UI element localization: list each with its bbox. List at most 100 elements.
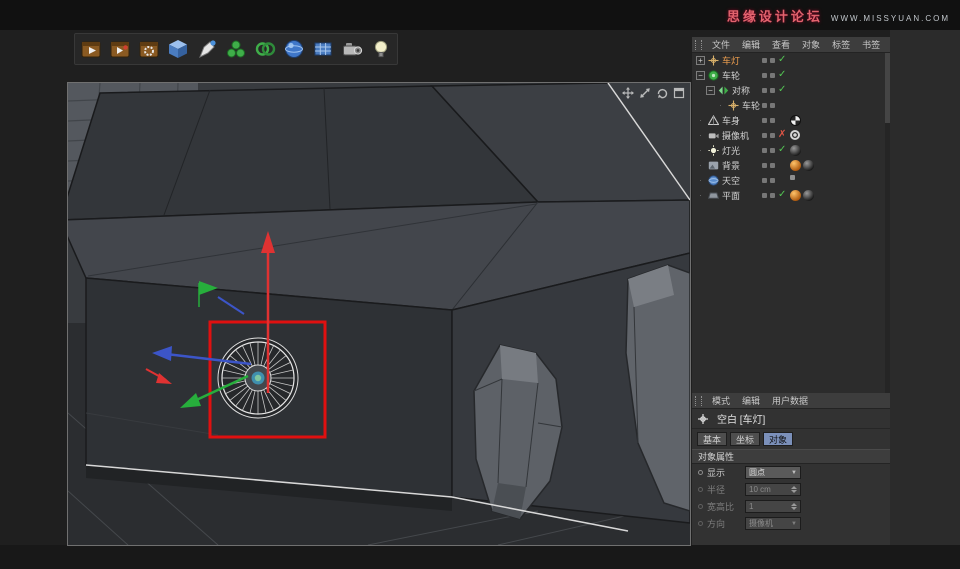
layer-dot-top[interactable] bbox=[762, 88, 767, 93]
maximize-icon[interactable] bbox=[673, 87, 685, 99]
light-tool-icon[interactable] bbox=[368, 36, 394, 62]
3d-viewport[interactable] bbox=[58, 82, 692, 546]
layer-dot-bottom[interactable] bbox=[770, 178, 775, 183]
dark-sphere-tag-icon[interactable] bbox=[803, 190, 814, 201]
object-row[interactable]: · 背景 bbox=[692, 158, 890, 173]
layer-dot-bottom[interactable] bbox=[770, 73, 775, 78]
keyframe-dot-icon[interactable] bbox=[698, 521, 703, 526]
primitive-cube-icon[interactable] bbox=[165, 36, 191, 62]
layer-dot-top[interactable] bbox=[762, 148, 767, 153]
spline-pen-icon[interactable] bbox=[194, 36, 220, 62]
property-number[interactable]: 10 cm bbox=[745, 483, 801, 496]
object-row[interactable]: − 车轮 ✓ bbox=[692, 68, 890, 83]
viewport-canvas[interactable] bbox=[58, 82, 692, 546]
expander-icon[interactable]: − bbox=[696, 71, 705, 80]
object-row[interactable]: · 车身 bbox=[692, 113, 890, 128]
generator-array-icon[interactable] bbox=[223, 36, 249, 62]
spinner-arrows-icon[interactable] bbox=[791, 503, 797, 510]
property-value-text: 摄像机 bbox=[749, 519, 773, 528]
render-picture-viewer-icon[interactable] bbox=[107, 36, 133, 62]
property-dropdown[interactable]: 摄像机 ▼ bbox=[745, 517, 801, 530]
target-tag-icon[interactable] bbox=[790, 130, 800, 140]
layer-dot-bottom[interactable] bbox=[770, 58, 775, 63]
spinner-arrows-icon[interactable] bbox=[791, 486, 797, 493]
tab-对象[interactable]: 对象 bbox=[763, 432, 794, 446]
panel-grip-icon[interactable] bbox=[695, 395, 702, 406]
property-dropdown[interactable]: 圆点 ▼ bbox=[745, 466, 801, 479]
menu-item-书签[interactable]: 书签 bbox=[856, 38, 886, 51]
car-model[interactable] bbox=[58, 82, 692, 532]
camera-tool-icon[interactable] bbox=[339, 36, 365, 62]
keyframe-dot-icon[interactable] bbox=[698, 487, 703, 492]
camera-object-icon bbox=[707, 130, 719, 142]
object-row[interactable]: · 灯光 ✓ bbox=[692, 143, 890, 158]
wheel-object[interactable] bbox=[217, 337, 299, 419]
layer-dot-top[interactable] bbox=[762, 73, 767, 78]
object-row[interactable]: + 车灯 ✓ bbox=[692, 53, 890, 68]
menu-item-编辑[interactable]: 编辑 bbox=[736, 394, 766, 407]
zoom-icon[interactable] bbox=[639, 87, 651, 99]
checker-sphere-tag-icon[interactable] bbox=[790, 115, 801, 126]
dark-sphere-tag-icon[interactable] bbox=[803, 160, 814, 171]
scrollbar-thumb[interactable] bbox=[885, 53, 890, 123]
enabled-check-icon[interactable]: ✓ bbox=[778, 69, 786, 80]
menu-item-对象[interactable]: 对象 bbox=[796, 38, 826, 51]
pan-icon[interactable] bbox=[622, 87, 634, 99]
render-view-icon[interactable] bbox=[78, 36, 104, 62]
layer-dot-top[interactable] bbox=[762, 103, 767, 108]
tab-坐标[interactable]: 坐标 bbox=[730, 432, 761, 446]
keyframe-dot-icon[interactable] bbox=[698, 470, 703, 475]
layer-dot-bottom[interactable] bbox=[770, 193, 775, 198]
primitive-sphere-icon[interactable] bbox=[281, 36, 307, 62]
object-manager-menubar: 文件 编辑 查看 对象 标签 书签 bbox=[692, 37, 890, 53]
menu-item-模式[interactable]: 模式 bbox=[706, 394, 736, 407]
tab-基本[interactable]: 基本 bbox=[697, 432, 728, 446]
enabled-check-icon[interactable]: ✓ bbox=[778, 189, 786, 200]
enabled-check-icon[interactable]: ✓ bbox=[778, 54, 786, 65]
layer-dot-top[interactable] bbox=[762, 58, 767, 63]
expander-icon[interactable]: − bbox=[706, 86, 715, 95]
enabled-check-icon[interactable]: ✓ bbox=[778, 84, 786, 95]
object-row[interactable]: − 对称 ✓ bbox=[692, 83, 890, 98]
modeling-boole-icon[interactable] bbox=[252, 36, 278, 62]
object-row[interactable]: · 平面 ✓ bbox=[692, 188, 890, 203]
layer-dot-bottom[interactable] bbox=[770, 103, 775, 108]
render-settings-icon[interactable] bbox=[136, 36, 162, 62]
layer-dot-top[interactable] bbox=[762, 163, 767, 168]
object-manager-scrollbar[interactable] bbox=[885, 53, 890, 393]
object-row[interactable]: · 天空 bbox=[692, 173, 890, 188]
dark-sphere-tag-icon[interactable] bbox=[790, 145, 801, 156]
tag-icons bbox=[790, 160, 816, 171]
object-row[interactable]: · 摄像机 ✗ bbox=[692, 128, 890, 143]
menu-item-查看[interactable]: 查看 bbox=[766, 38, 796, 51]
layer-dot-bottom[interactable] bbox=[770, 88, 775, 93]
tag-icons bbox=[790, 190, 816, 201]
orange-sphere-tag-icon[interactable] bbox=[790, 160, 801, 171]
tree-dot: · bbox=[699, 161, 702, 170]
property-value-text: 10 cm bbox=[749, 485, 771, 494]
menu-item-用户数据[interactable]: 用户数据 bbox=[766, 394, 814, 407]
panel-grip-icon[interactable] bbox=[695, 39, 702, 50]
enabled-check-icon[interactable]: ✓ bbox=[778, 144, 786, 155]
keyframe-dot-icon[interactable] bbox=[698, 504, 703, 509]
layer-dot-top[interactable] bbox=[762, 193, 767, 198]
menu-item-编辑[interactable]: 编辑 bbox=[736, 38, 766, 51]
property-number[interactable]: 1 bbox=[745, 500, 801, 513]
layer-dot-top[interactable] bbox=[762, 178, 767, 183]
menu-item-文件[interactable]: 文件 bbox=[706, 38, 736, 51]
orange-sphere-tag-icon[interactable] bbox=[790, 190, 801, 201]
layer-dot-bottom[interactable] bbox=[770, 148, 775, 153]
layer-dot-top[interactable] bbox=[762, 118, 767, 123]
layer-dot-bottom[interactable] bbox=[770, 118, 775, 123]
rotate-icon[interactable] bbox=[656, 87, 668, 99]
menu-item-标签[interactable]: 标签 bbox=[826, 38, 856, 51]
disabled-x-icon[interactable]: ✗ bbox=[778, 129, 786, 140]
layer-dot-bottom[interactable] bbox=[770, 163, 775, 168]
layer-dot-bottom[interactable] bbox=[770, 133, 775, 138]
expander-icon[interactable]: + bbox=[696, 56, 705, 65]
object-row[interactable]: · 车轮 bbox=[692, 98, 890, 113]
layer-dot-top[interactable] bbox=[762, 133, 767, 138]
primitive-plane-icon[interactable] bbox=[310, 36, 336, 62]
tree-dot: · bbox=[699, 146, 702, 155]
small-dot-tag-icon[interactable] bbox=[790, 175, 795, 180]
